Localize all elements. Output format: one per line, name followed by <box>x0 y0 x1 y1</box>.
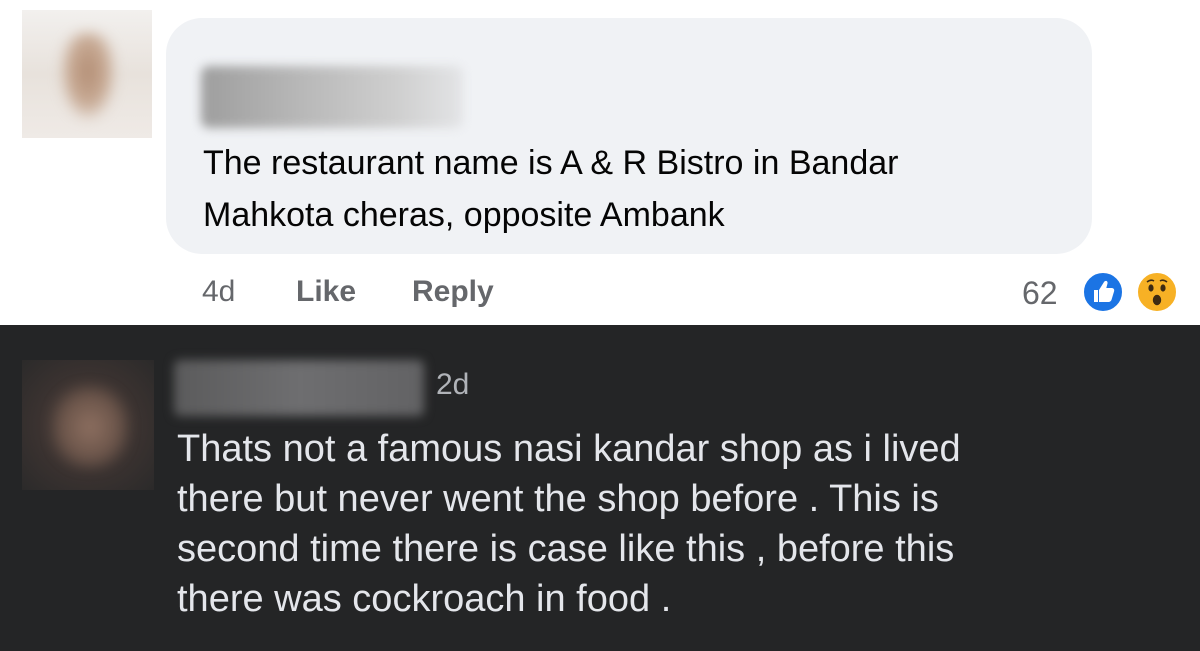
comment-text-line: Thats not a famous nasi kandar shop as i… <box>177 428 961 470</box>
like-button[interactable]: Like <box>296 275 356 309</box>
comment-text: The restaurant name is A & R Bistro in B… <box>203 137 1073 241</box>
avatar[interactable] <box>22 360 154 490</box>
comment-text-line: there was cockroach in food . <box>177 578 672 620</box>
commenter-name-blurred[interactable] <box>201 66 463 128</box>
reply-button[interactable]: Reply <box>412 275 494 309</box>
comment-text-line: Mahkota cheras, opposite Ambank <box>203 196 725 234</box>
comment-text: Thats not a famous nasi kandar shop as i… <box>177 424 1177 624</box>
wow-reaction-icon[interactable] <box>1135 270 1179 314</box>
commenter-name-blurred[interactable] <box>174 360 424 416</box>
reaction-count[interactable]: 62 <box>1022 275 1058 312</box>
like-reaction-icon[interactable] <box>1081 270 1125 314</box>
comment-text-line: second time there is case like this , be… <box>177 528 955 570</box>
comment-text-line: there but never went the shop before . T… <box>177 478 939 520</box>
comment-timestamp[interactable]: 4d <box>202 275 235 309</box>
comment-timestamp[interactable]: 2d <box>436 368 469 402</box>
comment-text-line: The restaurant name is A & R Bistro in B… <box>203 144 899 182</box>
avatar[interactable] <box>22 10 152 138</box>
avatar-blurred-face <box>52 386 128 468</box>
comment-actions-row: 4d Like Reply 62 <box>0 275 1200 315</box>
avatar-blurred-face <box>60 32 116 120</box>
